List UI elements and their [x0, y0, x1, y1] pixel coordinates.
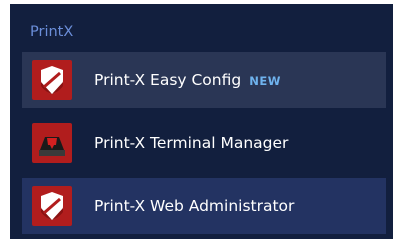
tile-web-administrator[interactable]: Print-X Web Administrator: [22, 178, 386, 234]
terminal-printer-icon: [32, 123, 72, 163]
shield-icon: [32, 60, 72, 100]
shield-icon: [32, 186, 72, 226]
new-badge: NEW: [249, 74, 281, 88]
group-title[interactable]: PrintX: [30, 22, 73, 42]
frame-top: [0, 0, 393, 4]
tile-easy-config[interactable]: Print-X Easy Config NEW: [22, 52, 386, 108]
tile-label-text: Print-X Easy Config: [94, 71, 242, 89]
frame-left: [0, 0, 10, 247]
tile-terminal-manager[interactable]: Print-X Terminal Manager: [22, 115, 386, 171]
tile-label: Print-X Easy Config NEW: [94, 52, 281, 108]
tile-label: Print-X Web Administrator: [94, 197, 295, 215]
tile-label: Print-X Terminal Manager: [94, 134, 289, 152]
frame-bottom: [0, 239, 393, 247]
